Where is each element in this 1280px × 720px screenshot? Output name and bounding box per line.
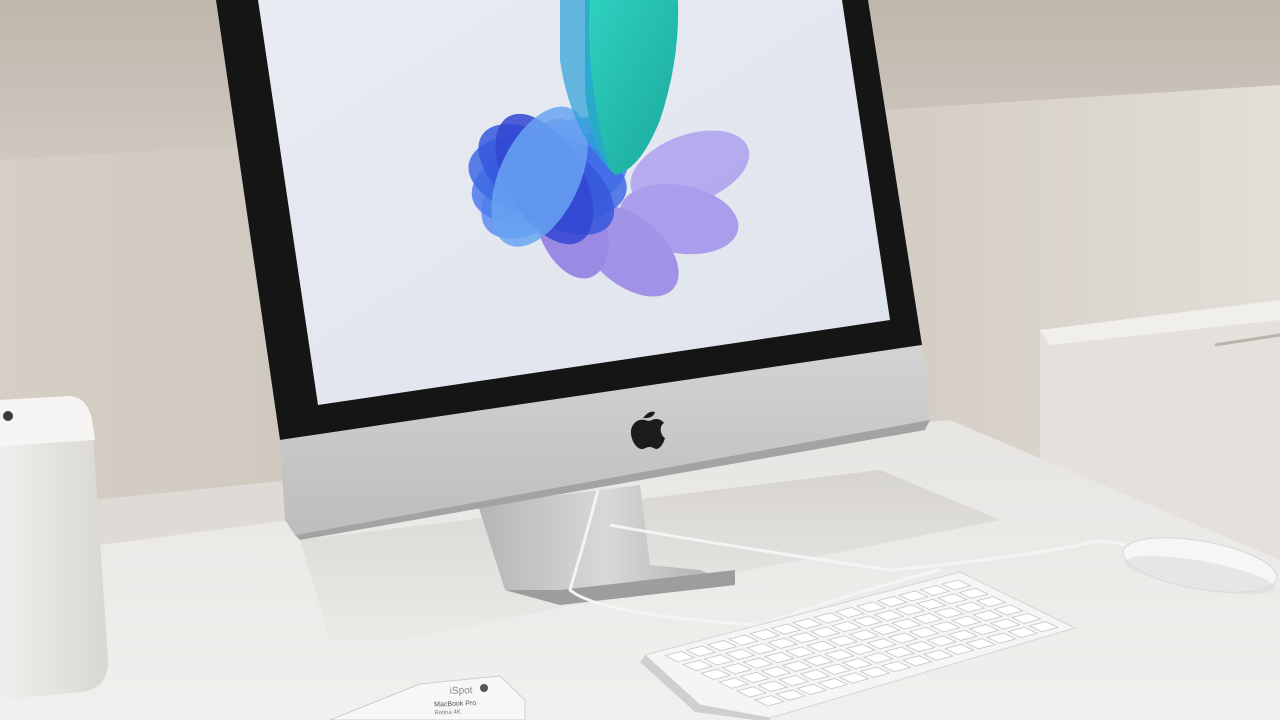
device-indicator-icon xyxy=(3,411,13,421)
left-device xyxy=(0,396,108,700)
scene-svg xyxy=(0,0,1280,720)
photo-scene: iSpot MacBook Pro Retina 4K xyxy=(0,0,1280,720)
placard-logo-icon xyxy=(480,684,488,692)
